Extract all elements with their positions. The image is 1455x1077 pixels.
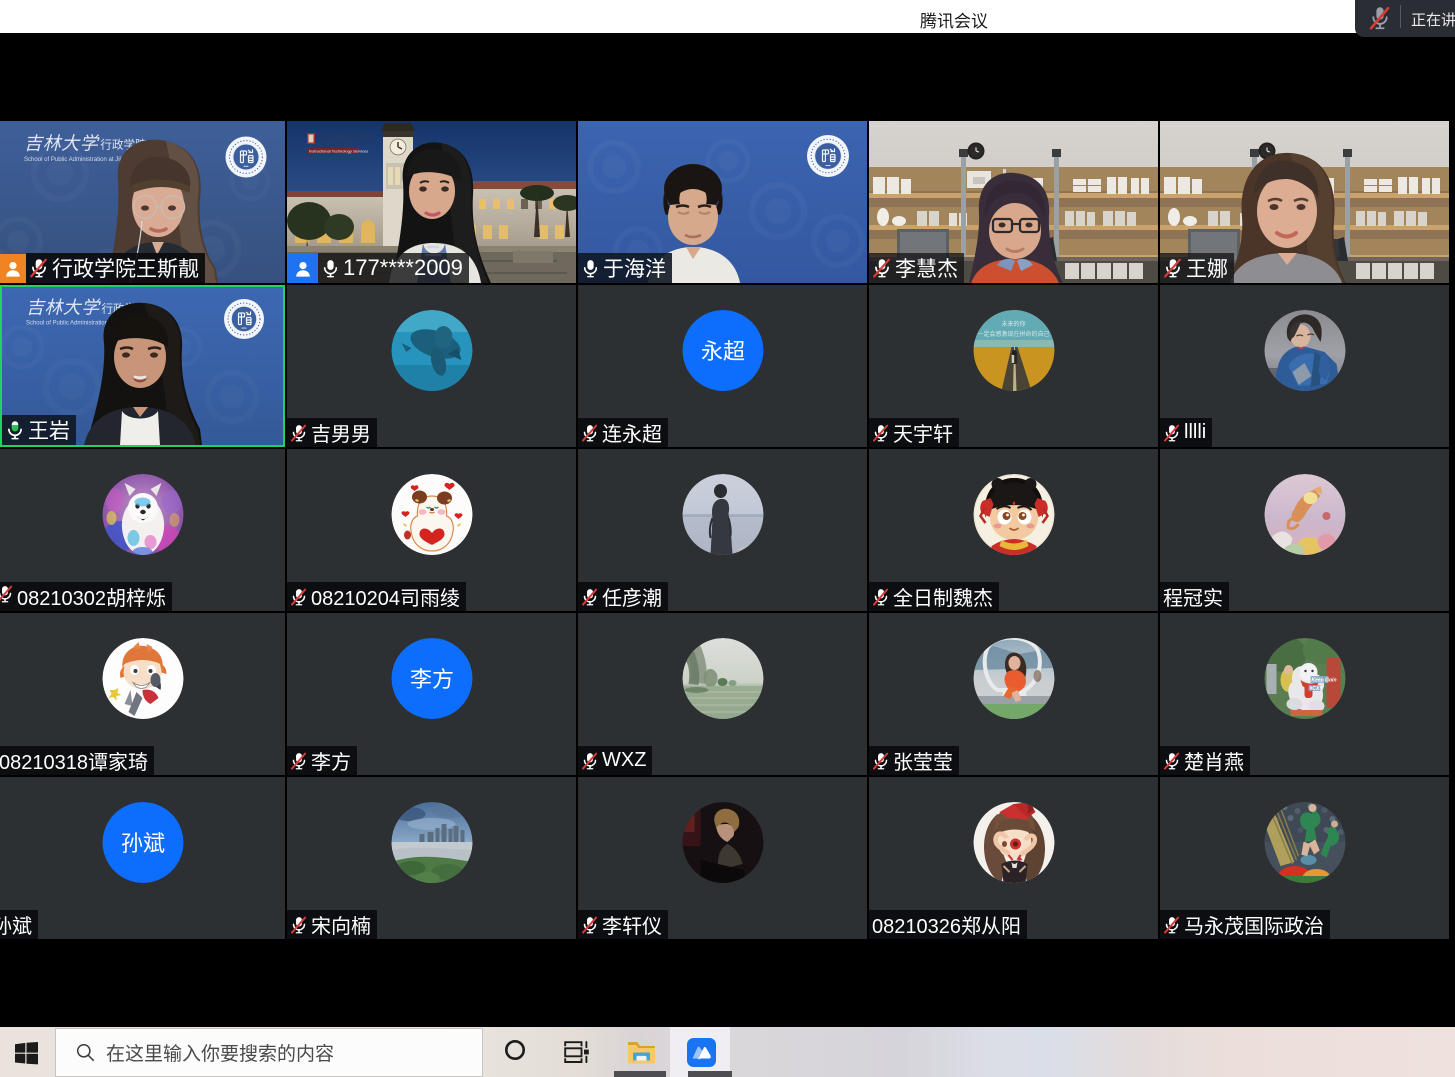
svg-text:Keep Goin: Keep Goin <box>1311 678 1336 684</box>
svg-text:吉林大学: 吉林大学 <box>26 297 101 317</box>
svg-text:孙斌: 孙斌 <box>120 831 164 856</box>
svg-text:Instructional Technology Servi: Instructional Technology Services <box>309 149 368 154</box>
svg-text:未来的你: 未来的你 <box>1001 320 1025 328</box>
svg-text:李方: 李方 <box>409 667 453 692</box>
svg-text:一定会感激现在拼命的自己: 一定会感激现在拼命的自己 <box>977 330 1049 338</box>
svg-text:SAN DIEGO STATE: SAN DIEGO STATE <box>318 134 376 141</box>
svg-text:吉林大学: 吉林大学 <box>24 134 100 154</box>
svg-text:UNIVERSITY: UNIVERSITY <box>318 141 359 148</box>
svg-text:#CXY: #CXY <box>1309 686 1323 692</box>
svg-text:永超: 永超 <box>700 339 744 364</box>
